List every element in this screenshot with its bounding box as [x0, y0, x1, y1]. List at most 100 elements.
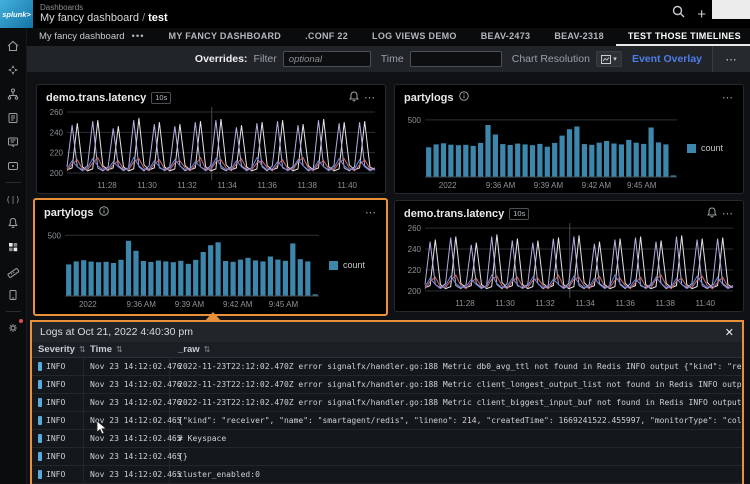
log-severity: INFO: [32, 376, 84, 393]
chart-more-icon[interactable]: ⋯: [364, 91, 376, 104]
log-severity: INFO: [32, 412, 84, 429]
log-raw: cluster_enabled:0: [170, 470, 742, 479]
tab-group-menu-icon[interactable]: •••: [132, 31, 145, 42]
log-severity: INFO: [32, 466, 84, 483]
chart-legend[interactable]: count: [329, 260, 365, 270]
log-time: Nov 23 14:12:02.465: [84, 466, 170, 483]
log-row[interactable]: INFONov 23 14:12:02.4762022-11-23T22:12:…: [32, 394, 742, 412]
time-input[interactable]: [410, 51, 502, 67]
sidebar-divider: [6, 311, 21, 312]
overrides-more-button[interactable]: ⋯: [712, 46, 750, 72]
sidebar-item-home[interactable]: [0, 34, 27, 58]
chart-card-partylogs-1: partylogs ⋯ 50020229:36 AM9:39 AM9:42 AM…: [394, 84, 744, 194]
chart-title: partylogs: [44, 207, 94, 219]
code-icon: (|): [6, 192, 20, 206]
svg-text:9:39 AM: 9:39 AM: [175, 300, 205, 309]
svg-text:200: 200: [408, 287, 422, 296]
info-icon[interactable]: [459, 91, 469, 104]
chart-resolution-icon: [601, 55, 611, 64]
svg-text:9:36 AM: 9:36 AM: [486, 181, 516, 190]
dashboard-grid: demo.trans.latency 10s ⋯ 20022024026011:…: [27, 72, 750, 318]
sidebar-item-ruler[interactable]: [0, 259, 27, 283]
log-row[interactable]: INFONov 23 14:12:02.465{"kind": "receive…: [32, 412, 742, 430]
apm-icon: [6, 63, 20, 77]
severity-pill-icon: [38, 452, 42, 461]
partylogs-bar-chart[interactable]: 50020229:36 AM9:39 AM9:42 AM9:45 AM: [39, 220, 323, 310]
chart-resolution-label: Chart Resolution: [512, 53, 590, 65]
log-row[interactable]: INFONov 23 14:12:02.465cluster_enabled:0: [32, 466, 742, 484]
column-header-raw[interactable]: _raw⇅: [170, 344, 742, 355]
svg-text:11:40: 11:40: [696, 299, 716, 308]
svg-text:11:34: 11:34: [217, 181, 237, 190]
svg-text:11:40: 11:40: [338, 181, 358, 190]
svg-text:260: 260: [50, 108, 64, 117]
create-plus-icon[interactable]: +: [697, 7, 706, 22]
bell-icon[interactable]: [349, 91, 359, 105]
tab-beav-2473[interactable]: BEAV-2473: [469, 28, 543, 46]
log-row[interactable]: INFONov 23 14:12:02.4762022-11-23T22:12:…: [32, 358, 742, 376]
log-raw: {}: [170, 452, 742, 461]
sidebar-item-settings[interactable]: [0, 316, 27, 340]
svg-text:9:36 AM: 9:36 AM: [127, 300, 157, 309]
sidebar-item-alerts[interactable]: [0, 211, 27, 235]
tab-beav-2318[interactable]: BEAV-2318: [542, 28, 616, 46]
tab--conf-22[interactable]: .CONF 22: [293, 28, 360, 46]
sidebar-item-apm[interactable]: [0, 58, 27, 82]
svg-text:11:30: 11:30: [137, 181, 157, 190]
sidebar-item-log-observer[interactable]: [0, 106, 27, 130]
infrastructure-icon: [6, 87, 20, 101]
sidebar-item-code[interactable]: (|): [0, 187, 27, 211]
column-header-severity[interactable]: Severity⇅: [32, 344, 84, 355]
logs-panel-callout-arrow: [204, 312, 222, 322]
sidebar-item-dashboards[interactable]: [0, 130, 27, 154]
sidebar-item-apps-grid[interactable]: [0, 235, 27, 259]
chart-more-icon[interactable]: ⋯: [722, 91, 734, 104]
close-icon[interactable]: ✕: [725, 326, 734, 339]
tab-dashboard-group[interactable]: My fancy dashboard •••: [27, 28, 157, 46]
topnav-white-panel: [712, 0, 750, 19]
chevron-down-icon: ▾: [613, 55, 617, 63]
log-observer-icon: [6, 111, 20, 125]
latency-line-chart[interactable]: 20022024026011:2811:3011:3211:3411:3611:…: [41, 105, 383, 191]
chart-legend[interactable]: count: [687, 143, 723, 153]
svg-text:220: 220: [408, 266, 422, 275]
tab-my-fancy-dashboard[interactable]: MY FANCY DASHBOARD: [157, 28, 294, 46]
partylogs-bar-chart[interactable]: 50020229:36 AM9:39 AM9:42 AM9:45 AM: [399, 105, 681, 191]
filter-input[interactable]: [283, 51, 371, 67]
svg-text:9:45 AM: 9:45 AM: [627, 181, 657, 190]
splunk-logo[interactable]: splunk>: [0, 0, 33, 28]
svg-text:11:34: 11:34: [575, 299, 595, 308]
log-time: Nov 23 14:12:02.476: [84, 394, 170, 411]
sidebar-item-mobile[interactable]: [0, 283, 27, 307]
svg-text:11:38: 11:38: [298, 181, 318, 190]
log-raw: 2022-11-23T22:12:02.470Z error signalfx/…: [170, 362, 742, 371]
column-header-time[interactable]: Time⇅: [84, 344, 170, 355]
svg-text:11:28: 11:28: [455, 299, 475, 308]
search-icon[interactable]: [672, 5, 685, 23]
log-row[interactable]: INFONov 23 14:12:02.465{}: [32, 448, 742, 466]
log-row[interactable]: INFONov 23 14:12:02.465# Keyspace: [32, 430, 742, 448]
chart-more-icon[interactable]: ⋯: [365, 206, 377, 219]
sidebar-item-incidents[interactable]: [0, 154, 27, 178]
svg-text:9:42 AM: 9:42 AM: [582, 181, 612, 190]
svg-text:11:36: 11:36: [257, 181, 277, 190]
sort-icon[interactable]: ⇅: [204, 345, 211, 354]
chart-more-icon[interactable]: ⋯: [722, 207, 734, 220]
svg-text:240: 240: [50, 128, 64, 137]
sort-icon[interactable]: ⇅: [116, 345, 123, 354]
home-icon: [6, 39, 20, 53]
legend-swatch: [687, 144, 696, 153]
tab-log-views-demo[interactable]: LOG VIEWS DEMO: [360, 28, 469, 46]
info-icon[interactable]: [99, 206, 109, 219]
log-row[interactable]: INFONov 23 14:12:02.4762022-11-23T22:12:…: [32, 376, 742, 394]
event-overlay-button[interactable]: Event Overlay: [632, 53, 702, 65]
chart-resolution-dropdown[interactable]: ▾: [596, 51, 622, 67]
bell-icon[interactable]: [707, 207, 717, 221]
logs-table-body: INFONov 23 14:12:02.4762022-11-23T22:12:…: [32, 358, 742, 484]
incidents-icon: [6, 159, 20, 173]
latency-line-chart[interactable]: 20022024026011:2811:3011:3211:3411:3611:…: [399, 221, 741, 309]
svg-text:220: 220: [50, 149, 64, 158]
time-label: Time: [381, 53, 404, 65]
tab-test-those-timelines[interactable]: TEST THOSE TIMELINES: [616, 28, 750, 46]
sidebar-item-infrastructure[interactable]: [0, 82, 27, 106]
